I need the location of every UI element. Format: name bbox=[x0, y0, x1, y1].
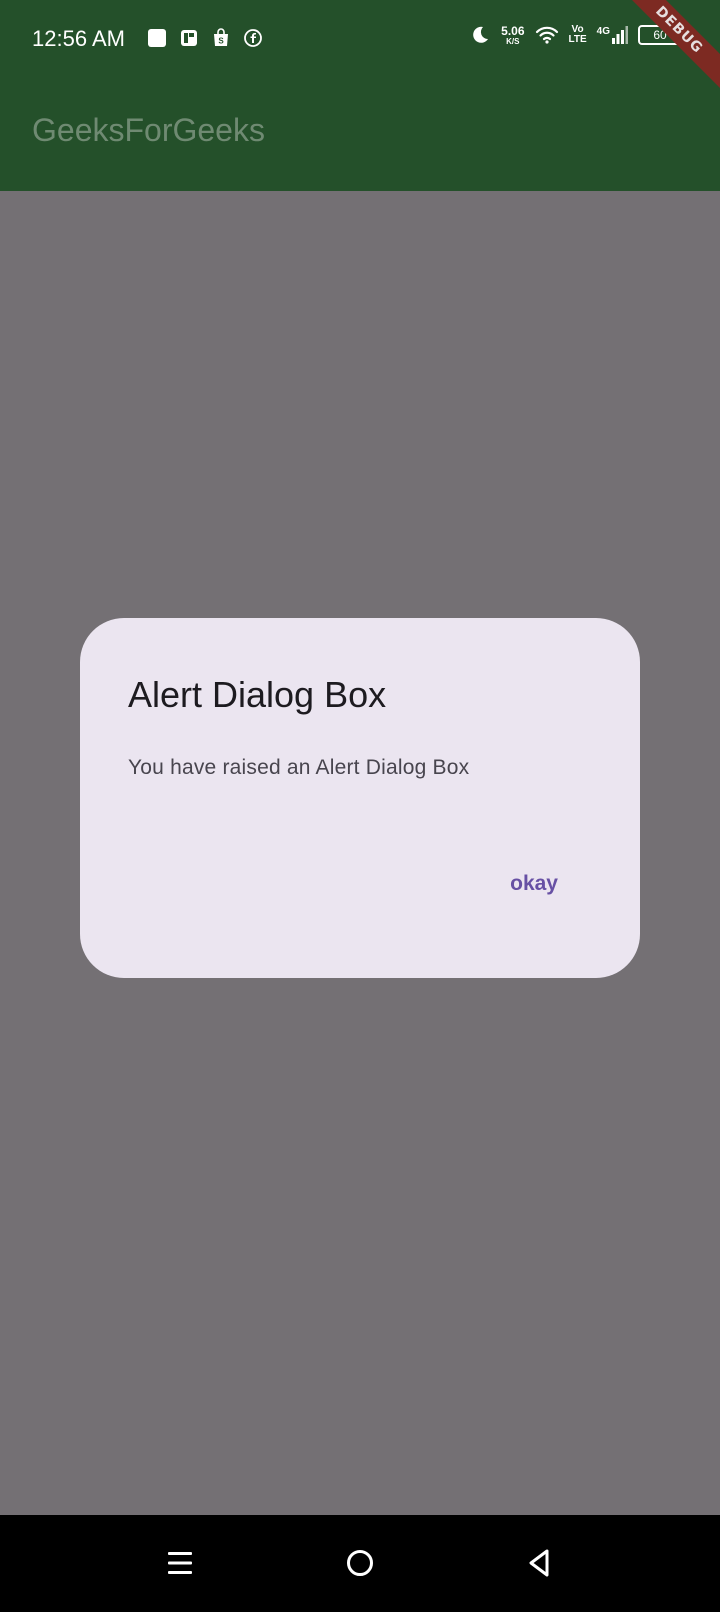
menu-icon[interactable] bbox=[160, 1543, 200, 1583]
status-time: 12:56 AM bbox=[32, 26, 125, 51]
net-speed: 5.06 K/S bbox=[501, 25, 524, 46]
net-speed-unit: K/S bbox=[506, 36, 520, 46]
svg-text:S: S bbox=[218, 37, 224, 46]
home-icon[interactable] bbox=[340, 1543, 380, 1583]
pdf-app-icon bbox=[181, 30, 197, 46]
navigation-bar bbox=[0, 1515, 720, 1612]
app-title: GeeksForGeeks bbox=[32, 112, 265, 148]
volte-indicator: Vo LTE bbox=[569, 25, 587, 45]
square-icon bbox=[148, 29, 166, 47]
facebook-icon bbox=[244, 29, 262, 47]
wifi-icon bbox=[535, 26, 558, 44]
back-icon[interactable] bbox=[520, 1543, 560, 1583]
signal-icon bbox=[612, 26, 628, 44]
okay-button[interactable]: okay bbox=[504, 868, 564, 900]
status-bar: 12:56 AM S 5.06 K/S Vo LTE 4G 60 bbox=[0, 0, 720, 84]
network-type: 4G bbox=[596, 26, 610, 37]
alert-dialog: Alert Dialog Box You have raised an Aler… bbox=[80, 618, 640, 978]
app-bar: 12:56 AM S 5.06 K/S Vo LTE 4G 60 GeeksFo… bbox=[0, 0, 720, 191]
status-right: 5.06 K/S Vo LTE 4G 60 bbox=[469, 24, 686, 46]
net-speed-value: 5.06 bbox=[501, 23, 525, 38]
network-indicator: 4G bbox=[597, 26, 628, 44]
shopping-bag-icon: S bbox=[214, 28, 228, 46]
notification-icons: S bbox=[147, 28, 263, 48]
do-not-disturb-moon-icon bbox=[473, 26, 489, 43]
dialog-content: You have raised an Alert Dialog Box bbox=[128, 756, 470, 779]
volte-bottom: LTE bbox=[568, 34, 587, 45]
dialog-title: Alert Dialog Box bbox=[128, 674, 387, 715]
screen: 12:56 AM S 5.06 K/S Vo LTE 4G 60 GeeksFo… bbox=[0, 0, 720, 1612]
